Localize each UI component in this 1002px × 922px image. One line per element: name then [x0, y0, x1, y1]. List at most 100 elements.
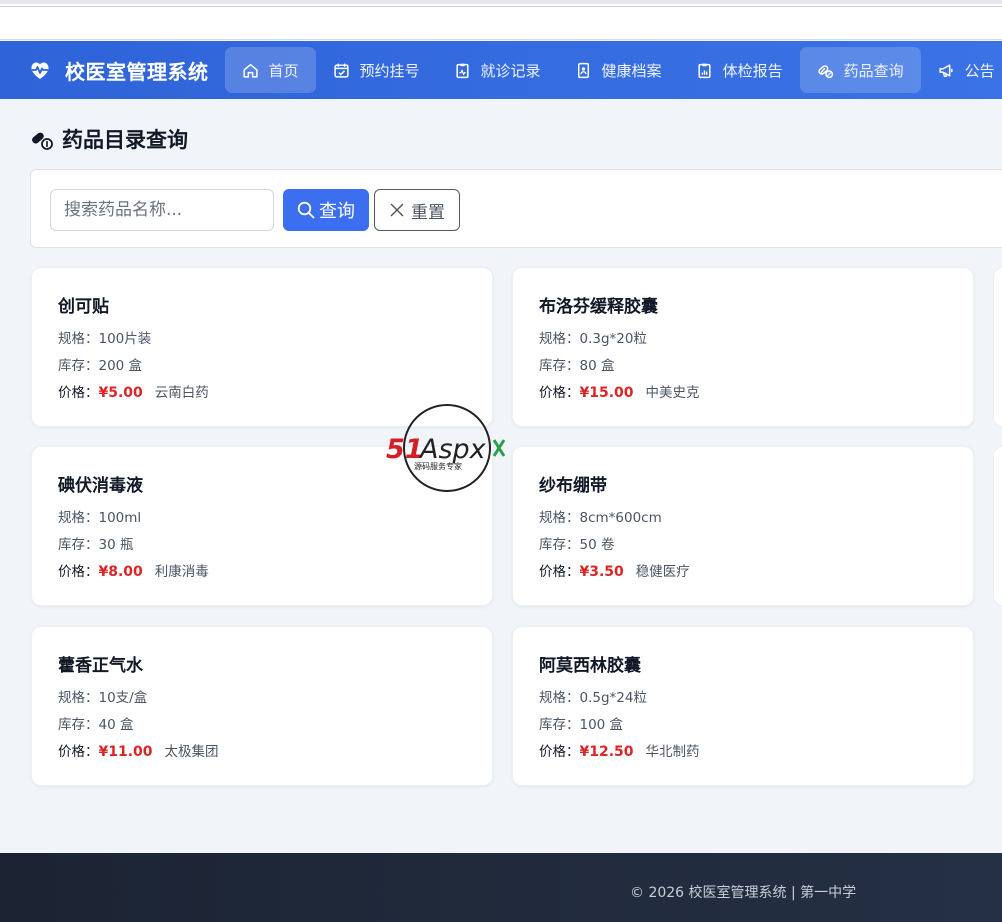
clipboard-pulse-icon: [455, 63, 469, 78]
manufacturer: 稳健医疗: [635, 564, 690, 580]
spec-label: 规格：: [58, 331, 99, 347]
medicine-name: 纱布绷带: [539, 476, 607, 496]
price-label: 价格：: [58, 385, 99, 401]
megaphone-icon: [938, 63, 953, 77]
nav-home-label: 首页: [268, 61, 299, 80]
stock-row: 库存：200 盒: [58, 353, 466, 380]
stock-label: 库存：: [539, 358, 580, 374]
spec-row: 规格：100片装: [58, 326, 466, 353]
nav-visit-records-label: 就诊记录: [480, 61, 541, 80]
price-value: ¥5.00: [98, 385, 143, 401]
medicine-card[interactable]: 布洛芬缓释胶囊 规格：0.3g*20粒 库存：80 盒 价格：¥15.00 中美史…: [512, 267, 974, 427]
stock-row: 库存：40 盒: [58, 712, 466, 739]
price-label: 价格：: [58, 744, 99, 760]
price-label: 价格：: [539, 564, 580, 580]
capsule-icon: [32, 132, 53, 150]
nav-appointment[interactable]: 预约挂号: [316, 47, 437, 93]
nav-medicine-query-label: 药品查询: [843, 61, 904, 80]
stock-label: 库存：: [539, 537, 580, 553]
stock-value: 200 盒: [98, 358, 143, 374]
price-value: ¥15.00: [579, 385, 634, 401]
spec-value: 8cm*600cm: [579, 510, 662, 526]
nav-appointment-label: 预约挂号: [359, 61, 420, 80]
nav-health-profile[interactable]: 健康档案: [558, 47, 679, 93]
brand-title: 校医室管理系统: [65, 59, 209, 84]
medicine-card[interactable]: 阿莫西林胶囊 规格：0.5g*24粒 库存：100 盒 价格：¥12.50 华北制…: [512, 626, 974, 786]
query-button[interactable]: 查询: [283, 189, 369, 231]
spec-label: 规格：: [58, 510, 99, 526]
nav-home[interactable]: 首页: [224, 47, 316, 93]
page-title: 药品目录查询: [30, 124, 188, 154]
stock-value: 30 瓶: [98, 537, 134, 553]
spec-value: 0.3g*20粒: [579, 331, 647, 347]
stock-label: 库存：: [539, 717, 580, 733]
search-panel: 查询 重置: [30, 169, 1002, 248]
stock-label: 库存：: [58, 358, 99, 374]
spec-label: 规格：: [58, 690, 99, 706]
heart-pulse-icon: [31, 62, 49, 79]
price-row: 价格：¥8.00 利康消毒: [58, 559, 466, 586]
spec-label: 规格：: [539, 510, 580, 526]
browser-address-strip: [0, 0, 1002, 40]
watermark-tagline: 源码服务专家: [414, 461, 462, 471]
top-navbar: 校医室管理系统 首页 预约挂号 就诊记录 健康档案 体检报告 药品查询 公告: [0, 41, 1002, 99]
medicine-name: 创可贴: [58, 297, 109, 317]
watermark-logo: 51 Aspx 源码服务专家: [386, 404, 506, 492]
price-label: 价格：: [539, 385, 580, 401]
clipboard-chart-icon: [698, 63, 711, 78]
medicine-name: 藿香正气水: [58, 656, 143, 676]
spec-row: 规格：0.5g*24粒: [539, 685, 947, 712]
spec-value: 100ml: [98, 510, 142, 526]
watermark-brand: 51: [386, 434, 424, 465]
capsule-icon: [817, 64, 833, 78]
stock-row: 库存：30 瓶: [58, 532, 466, 559]
spec-value: 10支/盒: [98, 690, 148, 706]
nav-medicine-query[interactable]: 药品查询: [799, 47, 921, 93]
stock-label: 库存：: [58, 717, 99, 733]
manufacturer: 华北制药: [645, 744, 700, 760]
home-icon: [242, 63, 258, 78]
search-input[interactable]: [50, 189, 274, 231]
watermark-brand-suffix: Aspx: [418, 434, 487, 465]
search-icon: [297, 201, 315, 219]
medicine-card-partial[interactable]: [993, 267, 1002, 427]
spec-label: 规格：: [539, 331, 580, 347]
spec-row: 规格：8cm*600cm: [539, 505, 947, 532]
brand[interactable]: 校医室管理系统: [0, 56, 209, 85]
page-title-text: 药品目录查询: [62, 128, 188, 152]
medicine-card[interactable]: 藿香正气水 规格：10支/盒 库存：40 盒 价格：¥11.00 太极集团: [31, 626, 493, 786]
spec-row: 规格：0.3g*20粒: [539, 326, 947, 353]
manufacturer: 云南白药: [154, 385, 209, 401]
nav-checkup-report-label: 体检报告: [722, 61, 783, 80]
stock-row: 库存：50 卷: [539, 532, 947, 559]
medicine-card[interactable]: 纱布绷带 规格：8cm*600cm 库存：50 卷 价格：¥3.50 稳健医疗: [512, 446, 974, 606]
spec-value: 100片装: [98, 331, 152, 347]
nav-announcement[interactable]: 公告: [921, 47, 1002, 93]
file-person-icon: [577, 62, 589, 78]
calendar-check-icon: [333, 63, 349, 78]
price-value: ¥12.50: [579, 744, 634, 760]
medicine-card-partial[interactable]: [993, 446, 1002, 606]
spec-row: 规格：100ml: [58, 505, 466, 532]
price-row: 价格：¥12.50 华北制药: [539, 739, 947, 766]
manufacturer: 利康消毒: [154, 564, 209, 580]
stock-value: 80 盒: [579, 358, 615, 374]
nav-visit-records[interactable]: 就诊记录: [437, 47, 558, 93]
spec-row: 规格：10支/盒: [58, 685, 466, 712]
stock-value: 40 盒: [98, 717, 134, 733]
price-row: 价格：¥11.00 太极集团: [58, 739, 466, 766]
spec-value: 0.5g*24粒: [579, 690, 647, 706]
price-value: ¥11.00: [98, 744, 153, 760]
reset-button[interactable]: 重置: [374, 189, 460, 231]
nav-announcement-label: 公告: [964, 61, 995, 80]
price-value: ¥3.50: [579, 564, 624, 580]
browser-divider: [0, 6, 1002, 7]
medicine-name: 布洛芬缓释胶囊: [539, 297, 658, 317]
stock-label: 库存：: [58, 537, 99, 553]
query-button-label: 查询: [319, 201, 355, 222]
nav-checkup-report[interactable]: 体检报告: [679, 47, 800, 93]
price-value: ¥8.00: [98, 564, 143, 580]
price-row: 价格：¥3.50 稳健医疗: [539, 559, 947, 586]
medicine-name: 阿莫西林胶囊: [539, 656, 641, 676]
close-icon: [390, 203, 404, 217]
